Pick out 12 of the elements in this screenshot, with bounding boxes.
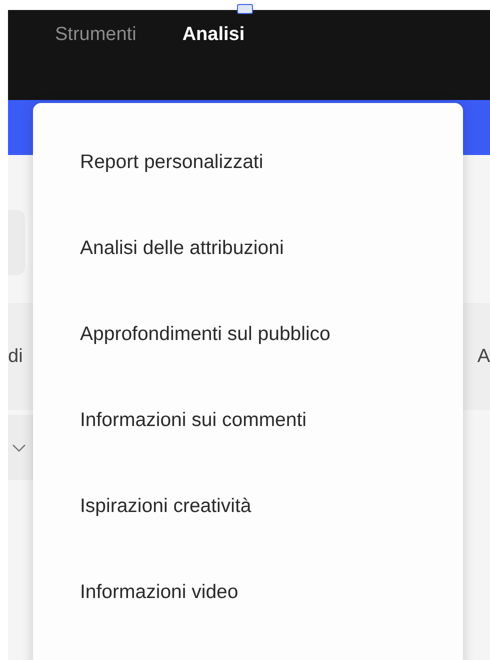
menu-item[interactable]: Ispirazioni creatività bbox=[33, 495, 463, 581]
menu-item[interactable]: Analisi delle attribuzioni bbox=[33, 237, 463, 323]
column-header: di bbox=[8, 346, 23, 368]
column-header: A bbox=[477, 346, 490, 368]
menu-item[interactable]: Approfondimenti sul pubblico bbox=[33, 323, 463, 409]
chevron-down-icon bbox=[12, 444, 26, 452]
menu-item[interactable]: Informazioni video bbox=[33, 581, 463, 660]
menu-item[interactable]: Informazioni sui commenti bbox=[33, 409, 463, 495]
nav-tab[interactable]: Strumenti bbox=[55, 24, 136, 48]
nav-tab[interactable]: Analisi bbox=[182, 24, 245, 48]
tab-icon bbox=[237, 4, 253, 14]
menu-item[interactable]: Report personalizzati bbox=[33, 151, 463, 237]
